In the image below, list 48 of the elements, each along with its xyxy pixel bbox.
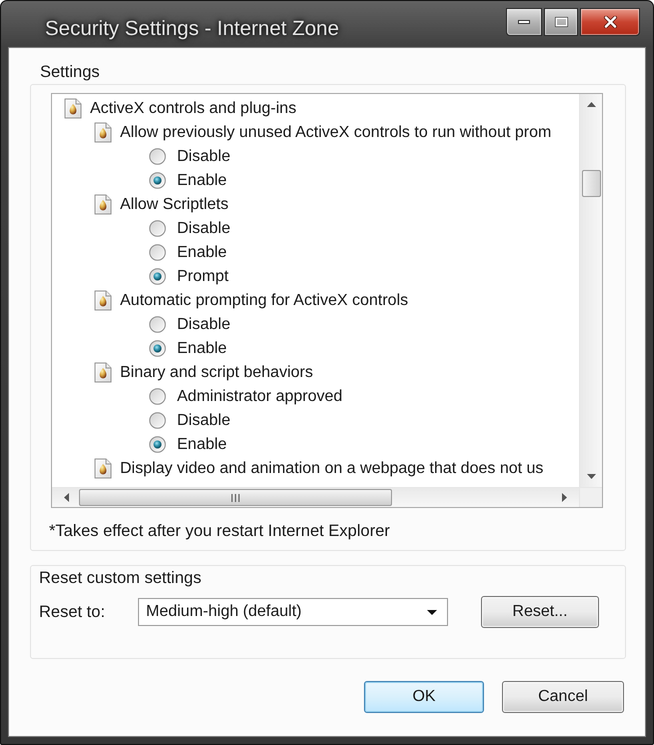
group-label: Settings [40, 62, 100, 82]
right-arrow-icon[interactable] [562, 493, 567, 502]
radio-option[interactable]: Enable [149, 434, 227, 454]
radio-option[interactable]: Disable [149, 314, 230, 334]
minimize-icon [518, 20, 530, 24]
radio-option[interactable]: Enable [149, 242, 227, 262]
page-icon [94, 122, 112, 142]
radio-option[interactable]: Disable [149, 410, 230, 430]
reset-to-label: Reset to: [39, 602, 106, 622]
setting-item[interactable]: ActiveX controls and plug-ins [90, 98, 296, 118]
vertical-scrollbar[interactable] [579, 94, 602, 487]
page-icon [64, 98, 82, 118]
radio-option[interactable]: Disable [149, 218, 230, 238]
scrollbar-thumb[interactable] [582, 170, 600, 197]
group-label: Reset custom settings [39, 568, 202, 588]
radio-option[interactable]: Enable [149, 170, 227, 190]
minimize-button[interactable] [506, 8, 542, 36]
radio-option[interactable]: Administrator approved [149, 386, 342, 406]
setting-item[interactable]: Automatic prompting for ActiveX controls [120, 290, 408, 310]
scrollbar-thumb[interactable] [79, 489, 392, 506]
radio-option[interactable]: Enable [149, 338, 227, 358]
scrollbar-corner [579, 487, 602, 507]
maximize-button[interactable] [544, 8, 578, 36]
radio-option[interactable]: Disable [149, 146, 230, 166]
left-arrow-icon[interactable] [64, 493, 69, 502]
radio-option[interactable]: Prompt [149, 266, 229, 286]
close-button[interactable] [580, 8, 640, 36]
horizontal-scrollbar[interactable] [52, 487, 579, 507]
restart-note: *Takes effect after you restart Internet Explorer [49, 521, 390, 541]
close-icon [604, 16, 616, 28]
page-icon [94, 362, 112, 382]
down-arrow-icon[interactable] [586, 474, 596, 479]
setting-item[interactable]: Display video and animation on a webpage that does not us [120, 458, 544, 478]
caret-icon [427, 610, 437, 614]
dialog-button[interactable]: OK [364, 681, 484, 713]
setting-item[interactable]: Binary and script behaviors [120, 362, 313, 382]
grip-icon [231, 494, 240, 502]
page-icon [94, 290, 112, 310]
window-title: Security Settings - Internet Zone [45, 17, 339, 41]
setting-item[interactable]: Allow previously unused ActiveX controls to run without prom [120, 122, 552, 142]
reset-button[interactable]: Reset... [481, 596, 599, 628]
maximize-icon [554, 17, 568, 27]
page-icon [94, 194, 112, 214]
dialog-button[interactable]: Cancel [502, 681, 624, 713]
reset-level-dropdown[interactable]: Medium-high (default) [138, 598, 448, 626]
page-icon [94, 458, 112, 478]
up-arrow-icon[interactable] [586, 102, 596, 107]
setting-item[interactable]: Allow Scriptlets [120, 194, 228, 214]
